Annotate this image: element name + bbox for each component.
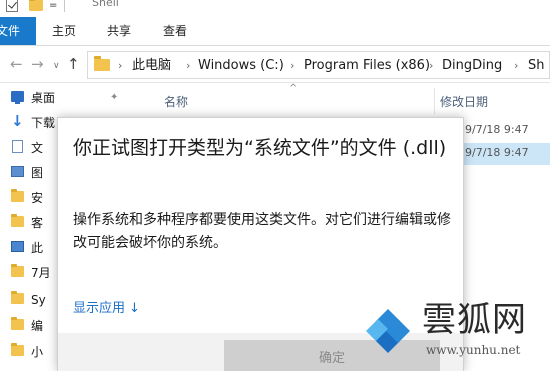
watermark-brand: 雲狐网 <box>422 300 527 340</box>
sidebar-item-label: 7月 <box>31 266 51 280</box>
up-arrow-icon[interactable]: ↑ <box>67 55 80 73</box>
navigation-bar: ← → ∨ ↑ › 此电脑 › Windows (C:) › Program F… <box>0 47 550 83</box>
folder-icon <box>11 317 24 330</box>
watermark: 雲狐网 www.yunhu.net <box>354 300 550 371</box>
chevron-down-icon: ↓ <box>129 301 140 316</box>
column-header-name[interactable]: 名称 <box>164 93 188 110</box>
forward-arrow-icon[interactable]: → <box>31 55 44 73</box>
file-list-header: 名称 ^ 修改日期 <box>128 83 550 114</box>
show-apps-link[interactable]: 显示应用 ↓ <box>73 300 140 318</box>
tab-file[interactable]: 文件 <box>0 17 36 45</box>
column-header-date-modified[interactable]: 修改日期 <box>440 93 488 110</box>
folder-icon <box>94 56 110 71</box>
sidebar-item-label: 文 <box>31 141 44 155</box>
sidebar-item-desktop[interactable]: 桌面 ✦ <box>0 86 128 111</box>
table-row-date[interactable]: 9/7/18 9:47 <box>465 146 529 159</box>
folder-icon <box>11 189 24 202</box>
breadcrumb-chevron-icon[interactable]: › <box>186 57 190 74</box>
watermark-url: www.yunhu.net <box>426 343 521 357</box>
sidebar-item-label: 图 <box>31 166 44 180</box>
quick-access-dropdown-icon[interactable]: = <box>49 0 57 12</box>
sidebar-item-label: 客 <box>31 216 44 230</box>
sidebar-item-label: 桌面 <box>31 91 56 105</box>
breadcrumb-chevron-icon[interactable]: › <box>118 57 122 74</box>
table-row-date[interactable]: 9/7/18 9:47 <box>465 123 529 136</box>
tab-home[interactable]: 主页 <box>52 17 76 45</box>
dialog-title: 你正试图打开类型为“系统文件”的文件 (.dll) <box>73 137 447 159</box>
breadcrumb-drive-c[interactable]: Windows (C:) <box>198 57 284 74</box>
desktop-icon <box>11 91 24 104</box>
picture-icon <box>11 166 24 177</box>
folder-icon <box>11 264 24 277</box>
title-bar: = Shell <box>0 0 550 16</box>
breadcrumb-program-files[interactable]: Program Files (x86) <box>304 57 430 74</box>
back-arrow-icon[interactable]: ← <box>10 55 23 73</box>
folder-icon <box>11 291 24 304</box>
download-icon <box>11 112 24 130</box>
breadcrumb-chevron-icon[interactable]: › <box>514 57 518 74</box>
sidebar-item-label: 编 <box>31 319 44 333</box>
document-icon <box>12 140 23 153</box>
window-title: Shell <box>92 0 119 9</box>
folder-icon <box>11 214 24 227</box>
recent-locations-chevron-icon[interactable]: ∨ <box>53 57 60 75</box>
sidebar-item-label: 安 <box>31 191 44 205</box>
address-bar[interactable]: › 此电脑 › Windows (C:) › Program Files (x8… <box>87 51 550 79</box>
sidebar-item-label: 小 <box>31 345 44 359</box>
breadcrumb-this-pc[interactable]: 此电脑 <box>132 57 171 74</box>
sidebar-item-label: 下载 <box>31 116 56 130</box>
ribbon-tabs: 文件 主页 共享 查看 <box>0 17 550 46</box>
sort-ascending-icon: ^ <box>289 83 298 94</box>
new-folder-icon[interactable] <box>29 0 43 11</box>
breadcrumb-chevron-icon[interactable]: › <box>429 57 433 74</box>
tab-share[interactable]: 共享 <box>107 17 131 45</box>
column-divider[interactable] <box>434 88 435 114</box>
sidebar-item-label: 此 <box>31 241 44 255</box>
title-divider <box>64 0 65 12</box>
pin-icon[interactable]: ✦ <box>110 92 118 103</box>
breadcrumb-chevron-icon[interactable]: › <box>290 57 294 74</box>
breadcrumb-dingding[interactable]: DingDing <box>442 57 502 74</box>
breadcrumb-shell[interactable]: Sh <box>528 57 545 74</box>
computer-icon <box>11 241 24 252</box>
tab-view[interactable]: 查看 <box>163 17 187 45</box>
show-apps-label: 显示应用 <box>73 301 126 316</box>
folder-icon <box>11 343 24 356</box>
properties-check-icon[interactable] <box>6 0 18 12</box>
sidebar-item-label: Sy <box>31 293 46 307</box>
dialog-message: 操作系统和多种程序都要使用这类文件。对它们进行编辑或修改可能会破坏你的系统。 <box>73 212 451 251</box>
watermark-logo-icon <box>366 309 410 353</box>
